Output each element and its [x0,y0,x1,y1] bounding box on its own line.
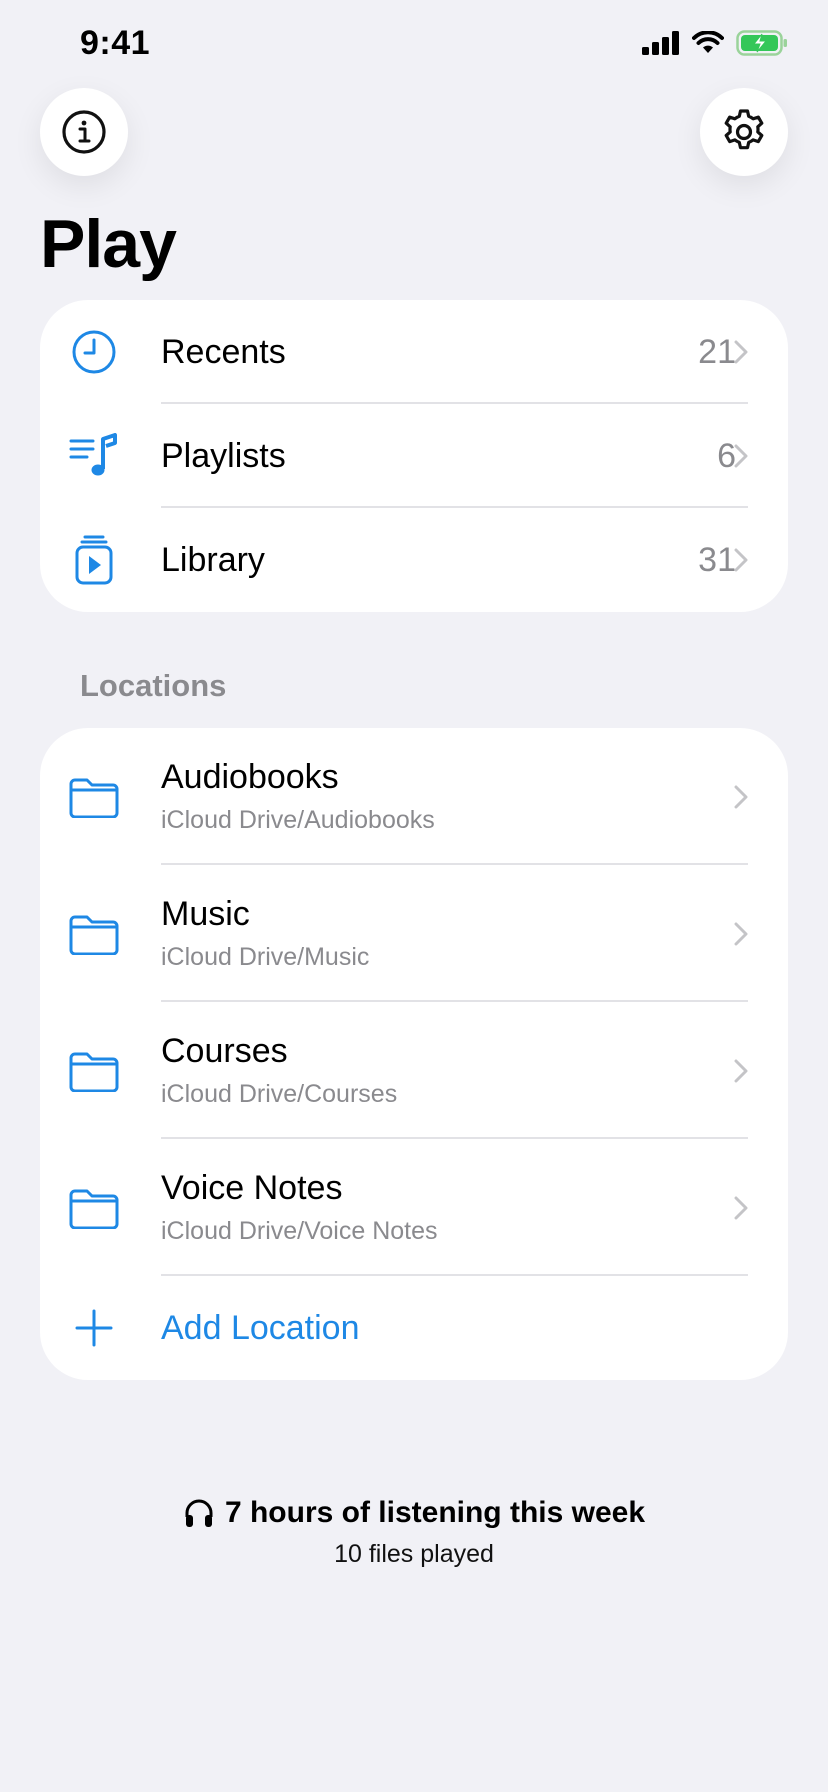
cellular-signal-icon [642,31,679,55]
plus-icon [75,1309,113,1347]
page-title: Play [40,206,177,282]
info-icon [62,110,106,154]
listening-summary: 7 hours of listening this week [224,1496,646,1529]
folder-icon [69,778,119,818]
listening-stats: 7 hours of listening this week [0,1496,828,1530]
status-time: 9:41 [80,24,151,62]
music-list-icon [69,433,117,476]
chevron-right-icon [734,785,748,808]
location-row[interactable]: Audiobooks iCloud Drive/Audiobooks [40,728,788,865]
chevron-right-icon [734,548,748,572]
location-name: Courses [161,1032,288,1070]
clock-icon [72,330,116,374]
location-row[interactable]: Courses iCloud Drive/Courses [40,1002,788,1139]
locations-card: Audiobooks iCloud Drive/Audiobooks Music… [40,728,788,1380]
folder-icon [69,1189,119,1229]
headphones-icon [185,1499,213,1527]
section-header-locations: Locations [80,668,227,703]
main-list-card: Recents 21 Playlists 6 Library 31 [40,300,788,612]
location-name: Voice Notes [161,1169,343,1207]
location-path: iCloud Drive/Audiobooks [161,806,435,834]
location-row[interactable]: Music iCloud Drive/Music [40,865,788,1002]
chevron-right-icon [734,1196,748,1219]
settings-button[interactable] [700,88,788,176]
location-path: iCloud Drive/Courses [161,1080,398,1108]
list-row-count: 21 [698,332,736,371]
location-name: Music [161,895,250,933]
folder-icon [69,1052,119,1092]
list-row-count: 31 [698,540,736,579]
battery-charging-icon [736,30,787,56]
list-row-label: Playlists [161,436,286,475]
chevron-right-icon [734,922,748,945]
list-row-playlists[interactable]: Playlists 6 [40,404,788,508]
location-row[interactable]: Voice Notes iCloud Drive/Voice Notes [40,1139,788,1276]
location-name: Audiobooks [161,758,339,796]
list-row-label: Library [161,540,265,579]
gear-icon [724,109,764,150]
files-played: 10 files played [334,1540,494,1568]
add-location-button[interactable]: Add Location [40,1276,788,1380]
location-path: iCloud Drive/Music [161,943,370,971]
chevron-right-icon [734,444,748,468]
library-play-icon [75,535,113,585]
location-path: iCloud Drive/Voice Notes [161,1217,438,1245]
list-row-label: Recents [161,332,286,371]
folder-icon [69,915,119,955]
list-row-library[interactable]: Library 31 [40,508,788,612]
list-row-recents[interactable]: Recents 21 [40,300,788,404]
add-location-label: Add Location [161,1308,360,1347]
chevron-right-icon [734,1059,748,1082]
chevron-right-icon [734,340,748,364]
info-button[interactable] [40,88,128,176]
wifi-icon [692,31,724,53]
status-icons [642,30,788,56]
